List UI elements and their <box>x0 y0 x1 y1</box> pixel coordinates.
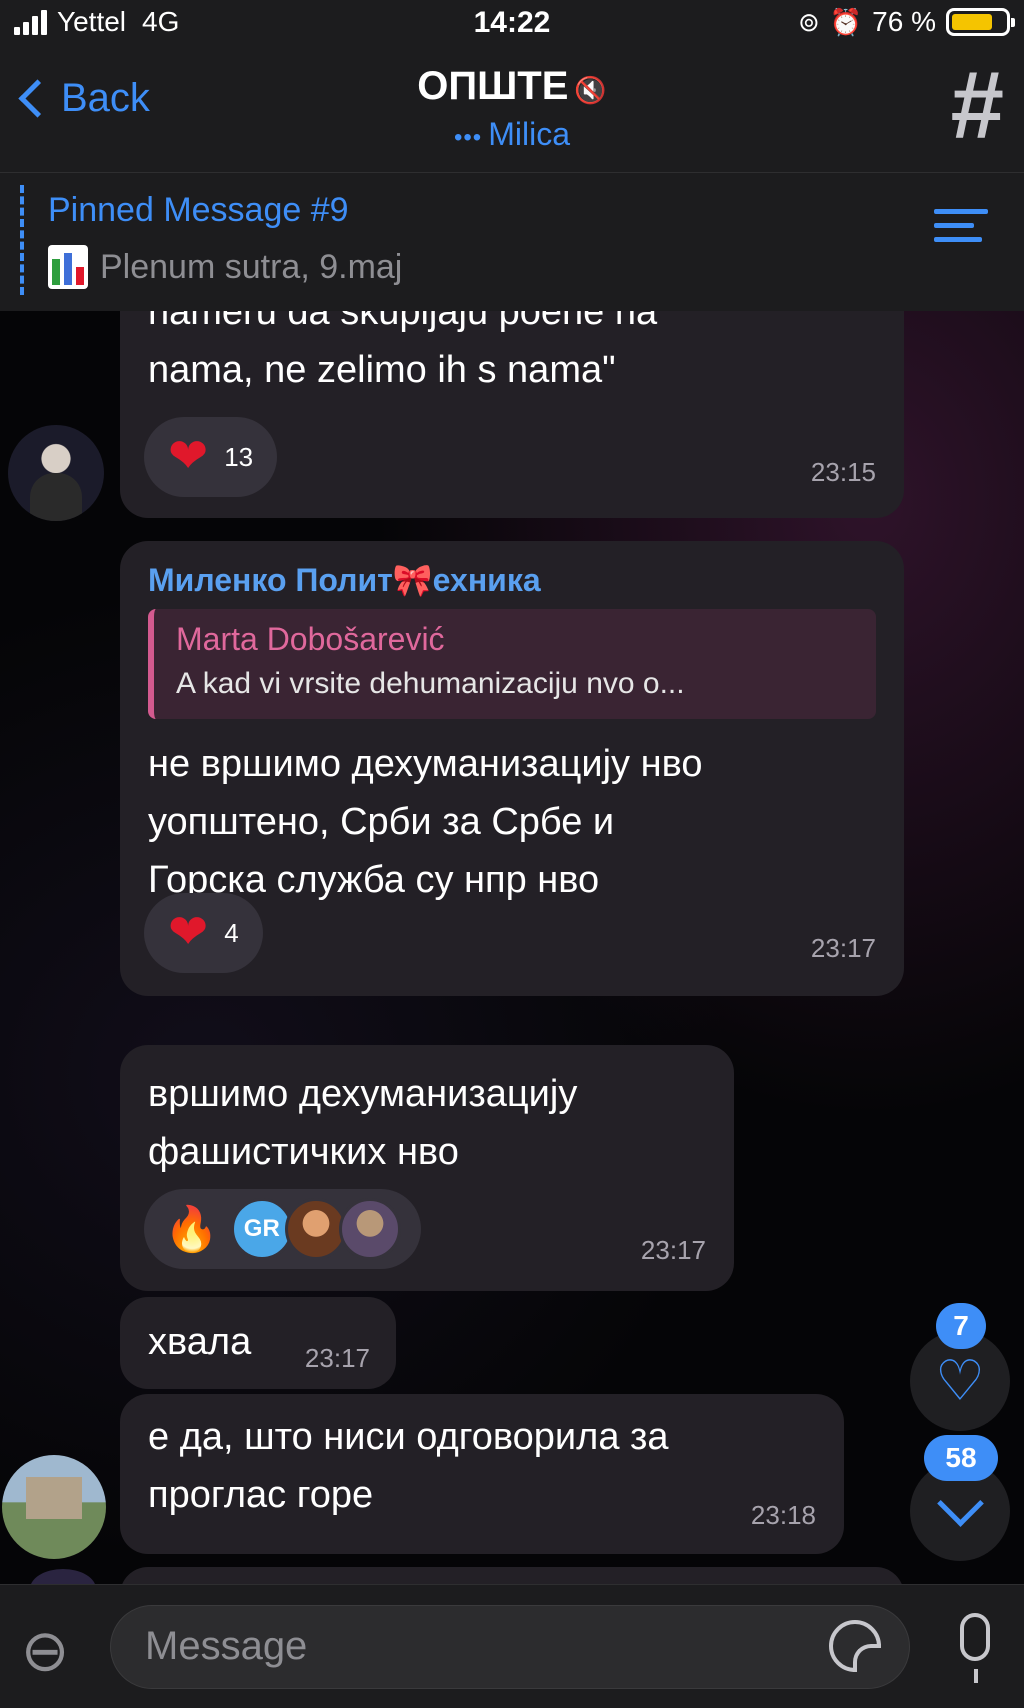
avatar-building <box>26 1477 82 1519</box>
battery-percent: 76 % <box>872 6 936 37</box>
heart-icon: ❤ <box>168 430 209 483</box>
message-line: nama, ne zelimo ih s nama" <box>148 349 616 391</box>
pinned-indicator <box>20 185 28 295</box>
user-avatar[interactable] <box>30 1569 96 1584</box>
sender-name[interactable]: Миленко Полит🎀ехника <box>148 561 541 599</box>
message-line: е да, што ниси одговорила за <box>148 1416 669 1458</box>
message-bubble[interactable]: хвала 23:17 <box>120 1297 396 1389</box>
typing-user: Milica <box>488 116 570 152</box>
pinned-preview: Plenum sutra, 9.maj <box>48 245 402 289</box>
message-time: 23:17 <box>640 1235 706 1265</box>
message-bubble[interactable]: nameru da skupljaju poene na nama, ne ze… <box>120 311 904 518</box>
heart-reaction[interactable]: ❤ 4 <box>144 893 263 973</box>
reaction-count: 4 <box>224 917 239 948</box>
poll-chart-icon <box>48 245 88 289</box>
muted-icon: 🔇 <box>574 75 607 105</box>
pinned-list-icon[interactable] <box>934 209 988 259</box>
reactor-avatar-gr: GR <box>230 1198 293 1260</box>
nav-bar: Back ОПШТЕ 🔇 ••• Milica # <box>0 46 1024 173</box>
message-bubble[interactable] <box>120 1567 904 1584</box>
message-placeholder: Message <box>145 1624 308 1668</box>
message-time: 23:17 <box>810 933 876 963</box>
sticker-icon[interactable] <box>829 1620 881 1672</box>
heart-reaction[interactable]: ❤ 13 <box>144 417 278 497</box>
message-text: хвала <box>148 1321 252 1363</box>
pinned-title: Pinned Message #9 <box>48 191 349 229</box>
orientation-lock-icon: ⊚ <box>798 6 820 37</box>
message-bubble[interactable]: е да, што ниси одговорила за проглас гор… <box>120 1394 844 1554</box>
reply-quote[interactable]: Marta Dobošarević A kad vi vrsite dehuma… <box>148 609 876 719</box>
chevron-down-icon <box>936 1479 984 1527</box>
message-bubble[interactable]: Миленко Полит🎀ехника Marta Dobošarević A… <box>120 541 904 996</box>
message-bubble[interactable]: вршимо дехуманизацију фашистичких нво 🔥 … <box>120 1045 734 1291</box>
reactions-badge: 7 <box>936 1303 986 1349</box>
chat-title[interactable]: ОПШТЕ 🔇 <box>0 64 1024 109</box>
paperclip-icon[interactable]: ⊘ <box>5 1610 87 1692</box>
topic-avatar-button[interactable]: # <box>951 58 1004 154</box>
message-input[interactable]: Message <box>110 1605 910 1689</box>
battery-icon <box>946 8 1015 36</box>
chat-title-text: ОПШТЕ <box>417 64 569 108</box>
unread-badge: 58 <box>924 1435 998 1481</box>
reply-text: A kad vi vrsite dehumanizaciju nvo o... <box>176 667 685 700</box>
fire-reaction[interactable]: 🔥 GR <box>144 1189 421 1269</box>
microphone-icon[interactable] <box>960 1613 990 1683</box>
avatar-figure <box>30 473 82 521</box>
reactor-avatar <box>338 1198 401 1260</box>
message-line: фашистичких нво <box>148 1131 459 1173</box>
heart-outline-icon: ♡ <box>934 1349 986 1412</box>
user-avatar[interactable] <box>2 1455 106 1559</box>
message-time: 23:15 <box>810 457 876 487</box>
message-line: уопштено, Срби за Србе и <box>148 801 615 843</box>
message-line: проглас горе <box>148 1474 374 1516</box>
reply-sender: Marta Dobošarević <box>176 621 445 657</box>
typing-dots-icon: ••• <box>454 124 483 151</box>
reactor-avatar <box>284 1198 347 1260</box>
user-avatar[interactable] <box>8 425 104 521</box>
message-line: не вршимо дехуманизацију нво <box>148 743 703 785</box>
message-time: 23:17 <box>304 1343 370 1373</box>
message-time: 23:18 <box>750 1500 816 1530</box>
message-line: вршимо дехуманизацију <box>148 1073 578 1115</box>
fire-icon: 🔥 <box>164 1205 219 1254</box>
message-composer: ⊘ Message <box>0 1584 1024 1708</box>
typing-status: ••• Milica <box>0 116 1024 153</box>
status-right: ⊚ ⏰ 76 % <box>798 6 1015 38</box>
heart-icon: ❤ <box>168 906 209 959</box>
reaction-count: 13 <box>224 441 254 472</box>
pinned-text: Plenum sutra, 9.maj <box>100 247 403 286</box>
chat-area[interactable]: nameru da skupljaju poene na nama, ne ze… <box>0 311 1024 1584</box>
alarm-icon: ⏰ <box>829 6 863 37</box>
status-bar: Yettel 4G 14:22 ⊚ ⏰ 76 % <box>0 0 1024 46</box>
message-line: nameru da skupljaju poene na <box>148 311 658 333</box>
pinned-message-bar[interactable]: Pinned Message #9 Plenum sutra, 9.maj <box>0 173 1024 311</box>
